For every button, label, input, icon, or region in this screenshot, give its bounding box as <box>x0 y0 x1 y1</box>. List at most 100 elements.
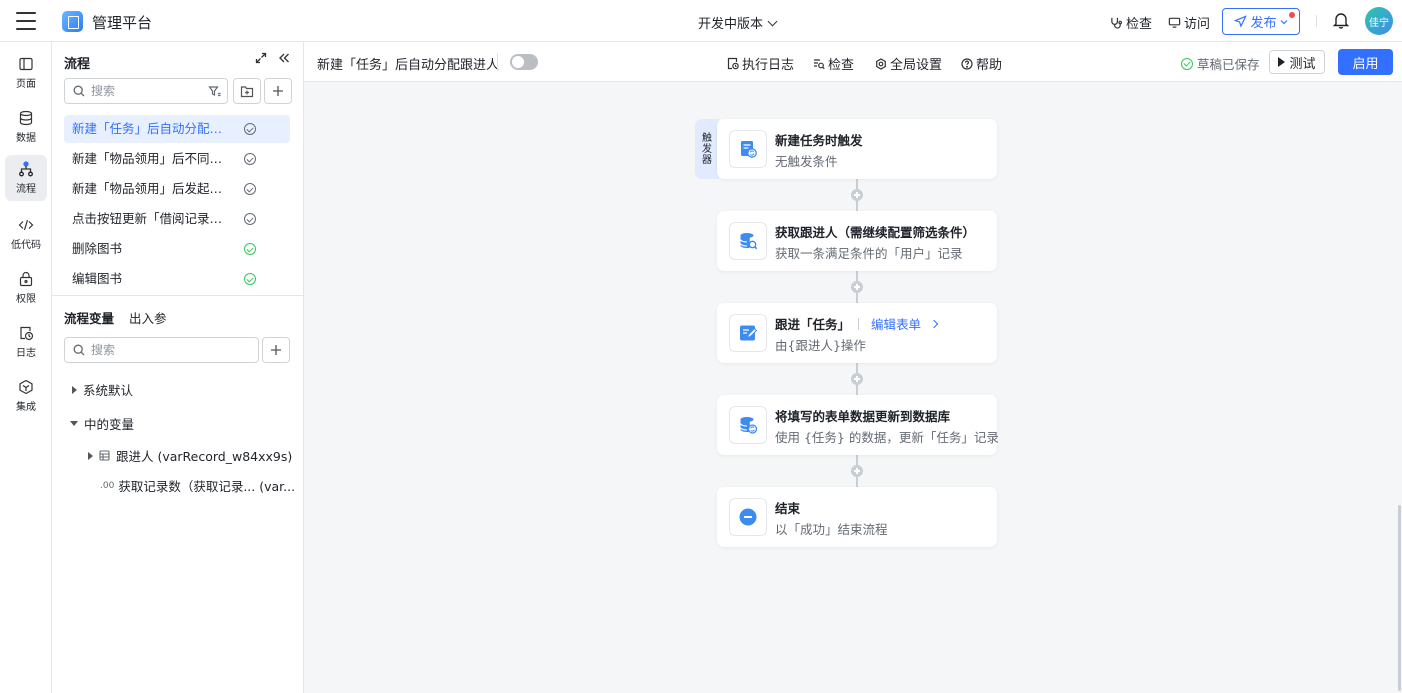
rail-item-page[interactable]: 页面 <box>5 50 47 96</box>
panel-divider <box>52 295 303 296</box>
chevron-right-icon <box>929 319 939 328</box>
rail-label: 流程 <box>16 184 36 195</box>
enable-button[interactable]: 启用 <box>1338 49 1393 75</box>
rail-item-integration[interactable]: 集成 <box>5 373 47 419</box>
flow-item-label: 点击按钮更新「借阅记录」状态 <box>72 211 230 226</box>
notification-dot <box>1289 12 1295 18</box>
version-selector[interactable]: 开发中版本 <box>698 13 778 32</box>
new-folder-button[interactable] <box>233 78 261 104</box>
collapse-icon[interactable] <box>278 52 290 68</box>
page-icon <box>19 57 33 71</box>
flow-node-update-record[interactable]: 将填写的表单数据更新到数据库 使用 {任务} 的数据，更新「任务」记录 <box>717 395 999 455</box>
canvas-scrollbar[interactable] <box>1398 505 1401 691</box>
save-status-label: 草稿已保存 <box>1197 57 1260 72</box>
flow-node-end[interactable]: 结束 以「成功」结束流程 <box>717 487 997 547</box>
menu-icon[interactable] <box>16 12 36 30</box>
tree-var-label: 跟进人 (varRecord_w84xx9s) <box>116 449 293 464</box>
bell-icon[interactable] <box>1332 12 1350 33</box>
number-type-icon: .00 <box>100 480 115 491</box>
rail-item-permission[interactable]: 权限 <box>5 265 47 311</box>
chevron-down-icon <box>1280 19 1287 24</box>
filter-icon[interactable] <box>208 85 221 98</box>
node-title: 将填写的表单数据更新到数据库 <box>775 409 951 424</box>
caret-right-icon <box>88 451 93 460</box>
add-variable-button[interactable] <box>262 337 290 363</box>
db-update-icon <box>729 406 767 444</box>
flow-node-get-record[interactable]: 获取跟进人（需继续配置筛选条件） 获取一条满足条件的「用户」记录 <box>717 211 997 271</box>
node-title: 跟进「任务」 <box>775 317 851 332</box>
help-icon <box>961 57 973 70</box>
rail-label: 低代码 <box>11 240 41 251</box>
left-rail: 页面 数据 流程 低代码 权限 日志 集成 <box>0 42 52 693</box>
node-title: 新建任务时触发 <box>775 133 863 148</box>
tree-group-mid[interactable]: 中的变量 <box>70 414 134 433</box>
caret-right-icon <box>72 385 77 394</box>
tree-var-record[interactable]: 跟进人 (varRecord_w84xx9s) <box>88 446 292 465</box>
check-button[interactable]: 检查 <box>1110 13 1152 32</box>
node-subtitle: 无触发条件 <box>775 154 838 169</box>
canvas-toolbar: 新建「任务」后自动分配跟进人 执行日志 检查 全局设置 帮助 草稿已保存 测试 … <box>304 42 1402 82</box>
draft-check-icon <box>244 153 256 165</box>
help-button[interactable]: 帮助 <box>961 54 1002 73</box>
play-icon <box>1278 57 1286 67</box>
edit-form-link[interactable]: 编辑表单 <box>858 314 939 333</box>
rail-item-flow[interactable]: 流程 <box>5 155 47 201</box>
global-settings-button[interactable]: 全局设置 <box>875 54 942 73</box>
flow-item[interactable]: 点击按钮更新「借阅记录」状态 <box>64 205 290 233</box>
enabled-check-icon <box>244 243 256 255</box>
flow-item[interactable]: 新建「物品领用」后不同分类的人审批 <box>64 145 290 173</box>
add-node-icon[interactable] <box>851 465 863 477</box>
draft-check-icon <box>244 213 256 225</box>
flow-search-field[interactable] <box>91 84 191 98</box>
tree-var-label: 获取记录数（获取记录... (var... <box>118 479 296 494</box>
add-flow-button[interactable] <box>264 78 292 104</box>
rail-item-log[interactable]: 日志 <box>5 319 47 365</box>
expand-icon[interactable] <box>255 52 267 68</box>
add-node-icon[interactable] <box>851 373 863 385</box>
flow-search-input[interactable] <box>64 78 228 104</box>
flow-item[interactable]: 编辑图书 <box>64 265 290 293</box>
visit-button[interactable]: 访问 <box>1168 13 1210 32</box>
publish-label: 发布 <box>1250 16 1277 31</box>
tree-var-count[interactable]: .00 获取记录数（获取记录... (var... <box>100 476 295 495</box>
db-query-icon <box>729 222 767 260</box>
flow-item-label: 新建「物品领用」后发起审批 <box>72 181 230 196</box>
tab-flow-variables[interactable]: 流程变量 <box>64 308 114 327</box>
flow-toggle[interactable] <box>510 54 538 70</box>
app-logo-icon <box>62 11 83 32</box>
search-icon <box>73 344 85 356</box>
avatar[interactable]: 佳宁 <box>1365 7 1393 35</box>
tree-group-default[interactable]: 系统默认 <box>72 380 133 399</box>
monitor-icon <box>1168 17 1181 28</box>
flow-item-label: 删除图书 <box>72 241 123 256</box>
log-icon <box>20 326 34 341</box>
inspect-icon <box>814 58 825 69</box>
tab-io-params[interactable]: 出入参 <box>129 308 167 327</box>
log-icon <box>727 57 739 70</box>
variable-search-field[interactable] <box>91 343 191 357</box>
node-subtitle: 以「成功」结束流程 <box>775 522 888 537</box>
flow-item[interactable]: 新建「物品领用」后发起审批 <box>64 175 290 203</box>
flow-item[interactable]: 删除图书 <box>64 235 290 263</box>
exec-log-button[interactable]: 执行日志 <box>727 54 794 73</box>
flow-item-label: 新建「物品领用」后不同分类的人审批 <box>72 151 230 166</box>
flow-item[interactable]: 新建「任务」后自动分配跟进人 <box>64 115 290 143</box>
rail-item-lowcode[interactable]: 低代码 <box>5 211 47 257</box>
publish-button[interactable]: 发布 <box>1222 8 1300 35</box>
end-icon <box>729 498 767 536</box>
add-node-icon[interactable] <box>851 189 863 201</box>
caret-down-icon <box>70 421 78 426</box>
variable-search-input[interactable] <box>64 337 259 363</box>
test-button[interactable]: 测试 <box>1269 50 1325 74</box>
version-label: 开发中版本 <box>698 17 764 32</box>
node-subtitle: 获取一条满足条件的「用户」记录 <box>775 246 963 261</box>
top-bar: 管理平台 开发中版本 检查 访问 发布 佳宁 <box>0 0 1402 42</box>
flow-node-trigger[interactable]: 新建任务时触发 无触发条件 <box>717 119 997 179</box>
flow-node-form[interactable]: 跟进「任务」 编辑表单 由{跟进人}操作 <box>717 303 997 363</box>
add-node-icon[interactable] <box>851 281 863 293</box>
panel-title: 流程 <box>64 57 91 72</box>
check-flow-button[interactable]: 检查 <box>813 54 854 73</box>
rail-item-data[interactable]: 数据 <box>5 104 47 150</box>
exec-log-label: 执行日志 <box>742 58 795 73</box>
tree-group-label: 系统默认 <box>83 383 134 398</box>
